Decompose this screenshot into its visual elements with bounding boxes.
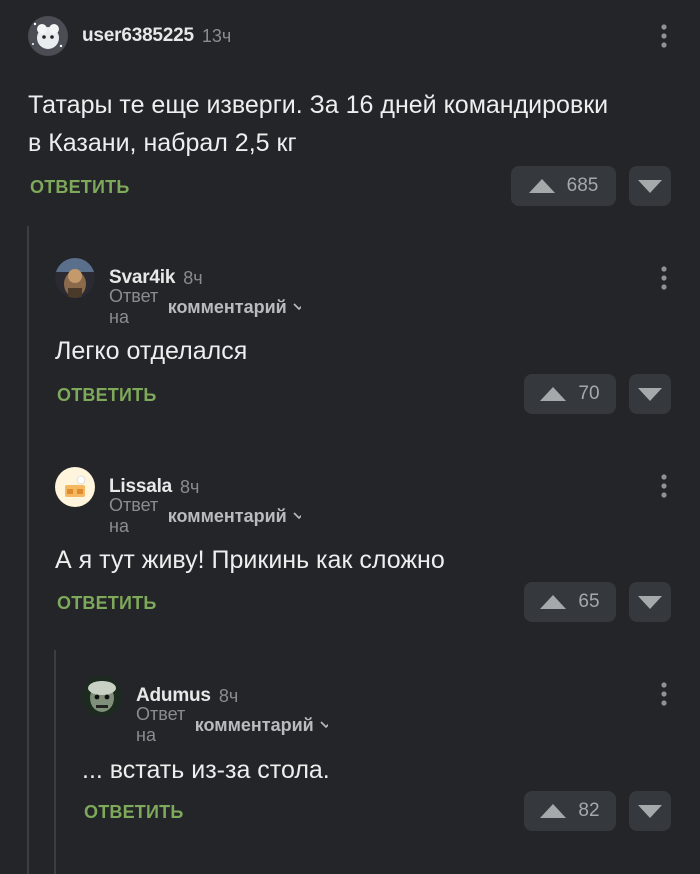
- upvote-icon: [540, 595, 567, 609]
- downvote-button[interactable]: [629, 166, 671, 206]
- chevron-down-icon: [293, 303, 302, 311]
- thread-line-level-1: [27, 226, 29, 874]
- downvote-button[interactable]: [629, 582, 671, 622]
- rating-count: 65: [578, 591, 600, 612]
- comment-text: А я тут живу! Прикинь как сложно: [55, 546, 445, 574]
- more-options-icon[interactable]: [654, 263, 674, 293]
- rating-count: 685: [566, 175, 599, 196]
- downvote-icon: [638, 595, 662, 609]
- upvote-button[interactable]: 65: [524, 582, 616, 622]
- chevron-down-icon: [293, 512, 302, 520]
- thread-line-level-2: [54, 650, 56, 874]
- avatar[interactable]: [82, 676, 122, 716]
- reply-button[interactable]: ОТВЕТИТЬ: [57, 385, 156, 406]
- reply-to-link[interactable]: Ответ на комментарий: [136, 704, 329, 746]
- comment-text: ... встать из-за стола.: [82, 756, 330, 784]
- downvote-icon: [638, 179, 662, 193]
- comment-text: Татары те еще изверги. За 16 дней команд…: [28, 91, 609, 157]
- upvote-icon: [528, 179, 555, 193]
- downvote-icon: [638, 804, 662, 818]
- reply-to-link[interactable]: Ответ на комментарий: [109, 495, 302, 537]
- reply-to-link[interactable]: Ответ на комментарий: [109, 286, 302, 328]
- username[interactable]: user6385225: [82, 25, 194, 47]
- more-options-icon[interactable]: [654, 21, 674, 51]
- avatar[interactable]: [55, 467, 95, 507]
- upvote-icon: [540, 804, 567, 818]
- downvote-icon: [638, 387, 662, 401]
- upvote-button[interactable]: 70: [524, 374, 616, 414]
- upvote-icon: [540, 387, 567, 401]
- rating-count: 70: [578, 383, 600, 404]
- more-options-icon[interactable]: [654, 679, 674, 709]
- downvote-button[interactable]: [629, 791, 671, 831]
- avatar[interactable]: [55, 258, 95, 298]
- upvote-button[interactable]: 685: [511, 166, 616, 206]
- rating-count: 82: [578, 800, 600, 821]
- comment-text: Легко отделался: [55, 337, 248, 365]
- timestamp: 13ч: [201, 25, 232, 46]
- reply-button[interactable]: ОТВЕТИТЬ: [84, 802, 183, 823]
- reply-button[interactable]: ОТВЕТИТЬ: [30, 177, 129, 198]
- reply-button[interactable]: ОТВЕТИТЬ: [57, 593, 156, 614]
- downvote-button[interactable]: [629, 374, 671, 414]
- upvote-button[interactable]: 82: [524, 791, 616, 831]
- avatar[interactable]: [28, 16, 68, 56]
- chevron-down-icon: [320, 721, 329, 729]
- more-options-icon[interactable]: [654, 471, 674, 501]
